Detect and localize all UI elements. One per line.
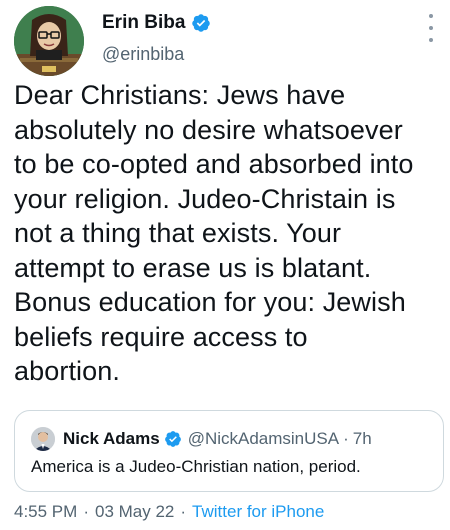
quoted-tweet-card[interactable]: Nick Adams @NickAdamsinUSA · 7h America … xyxy=(14,410,444,492)
quoted-author-avatar xyxy=(31,427,55,451)
tweet-text-line: Bonus education for you: Jewish xyxy=(14,287,406,317)
verified-badge-icon xyxy=(164,431,181,447)
quoted-author-handle: @NickAdamsinUSA xyxy=(187,429,340,448)
author-display-name[interactable]: Erin Biba xyxy=(102,12,185,34)
quoted-separator: · xyxy=(343,429,349,448)
tweet-text-line: your religion. Judeo-Christain is xyxy=(14,183,396,214)
tweet-text-line: beliefs require access to xyxy=(14,321,308,352)
verified-badge-icon xyxy=(192,14,211,32)
quoted-author-name: Nick Adams xyxy=(63,429,160,448)
tweet-meta: 4:55 PM · 03 May 22 · Twitter for iPhone xyxy=(14,502,324,522)
tweet-text-line: attempt to erase us is blatant. xyxy=(14,252,372,283)
tweet-time[interactable]: 4:55 PM xyxy=(14,502,77,522)
tweet-text-line: to be co-opted and absorbed into xyxy=(14,149,414,179)
tweet-date[interactable]: 03 May 22 xyxy=(95,502,174,522)
author-avatar[interactable] xyxy=(14,6,84,76)
quoted-tweet-header: Nick Adams @NickAdamsinUSA · 7h xyxy=(31,427,372,451)
meta-separator: · xyxy=(83,502,89,521)
tweet-text-line: absolutely no desire whatsoever xyxy=(14,114,403,145)
tweet-text-line: not a thing that exists. Your xyxy=(14,218,342,248)
tweet-source-link[interactable]: Twitter for iPhone xyxy=(192,502,324,522)
author-handle[interactable]: @erinbiba xyxy=(102,44,184,65)
more-vertical-icon[interactable] xyxy=(424,14,438,42)
quoted-timestamp: 7h xyxy=(352,429,372,448)
cartoon-avatar-icon xyxy=(14,6,84,76)
person-avatar-icon xyxy=(31,427,55,451)
tweet-text-line: Dear Christians: Jews have xyxy=(14,80,346,110)
quoted-tweet-text: America is a Judeo-Christian nation, per… xyxy=(31,457,361,476)
tweet-text: Dear Christians: Jews have absolutely no… xyxy=(14,78,444,389)
tweet-card: Erin Biba @erinbiba Dear Christians: Jew… xyxy=(0,0,450,530)
meta-separator: · xyxy=(180,502,187,521)
author-name-row: Erin Biba xyxy=(102,12,211,34)
tweet-text-line: abortion. xyxy=(14,356,120,386)
